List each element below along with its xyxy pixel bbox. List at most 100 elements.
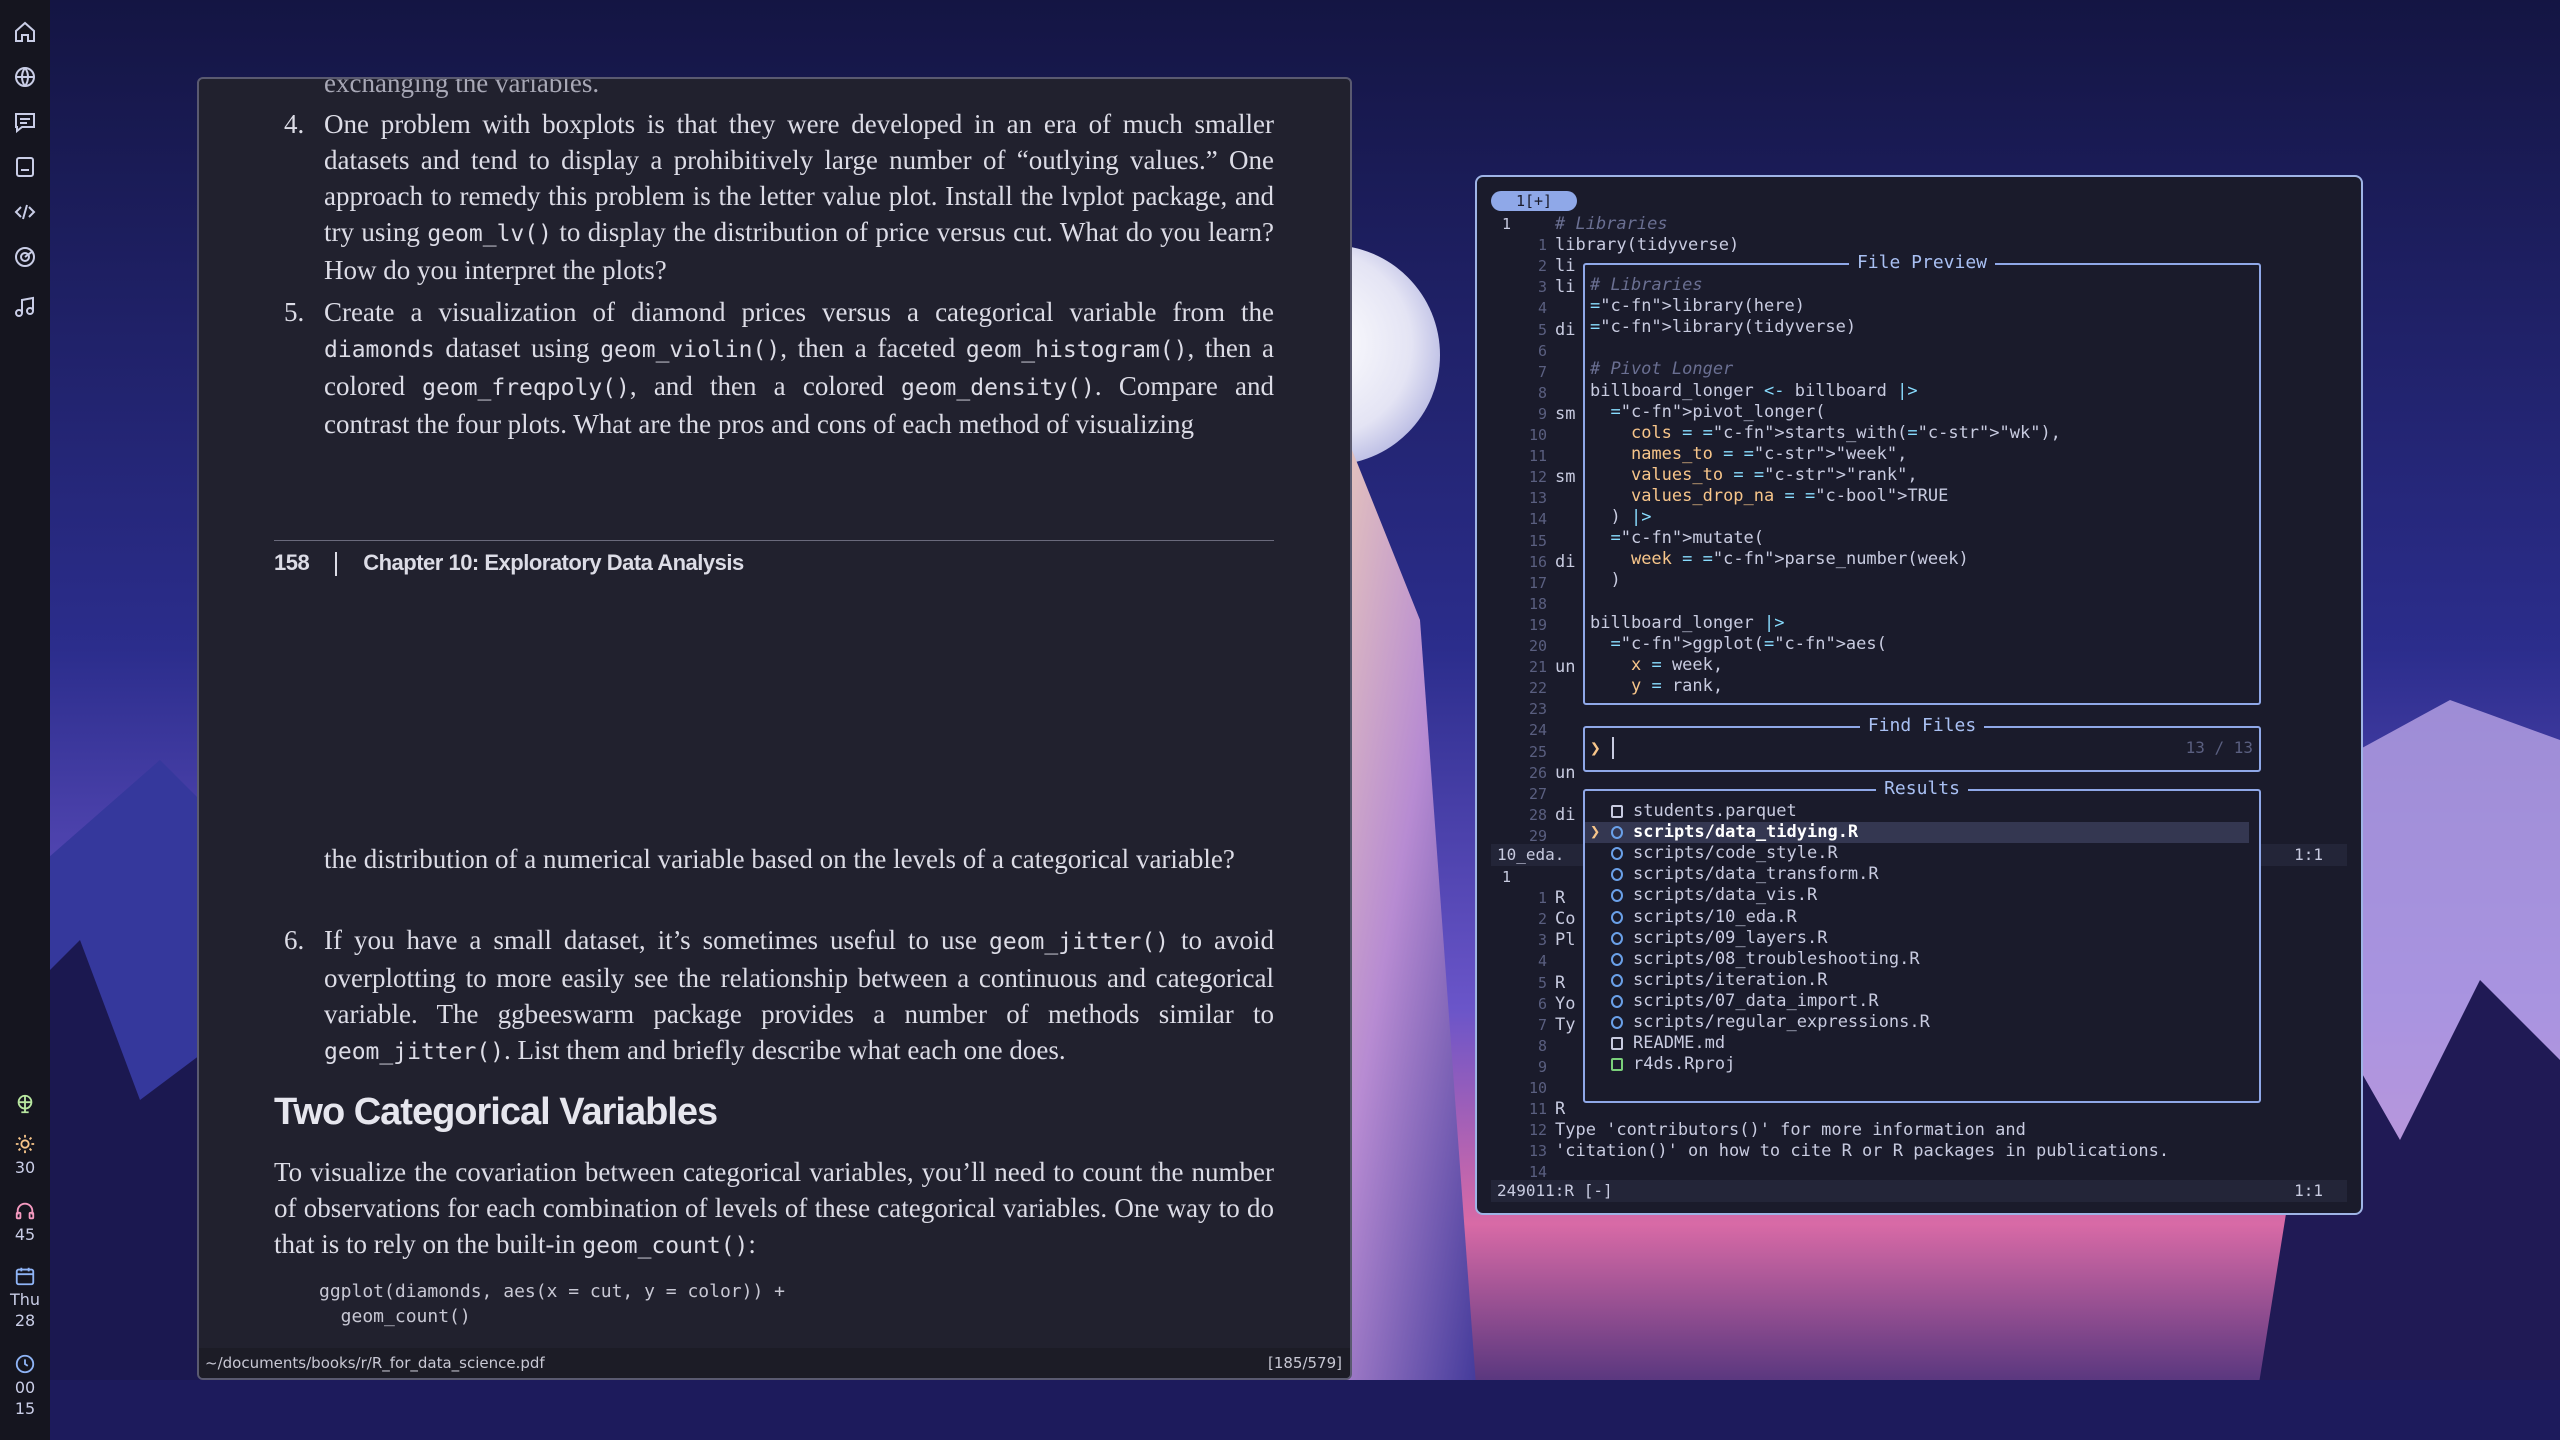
exercise-5: 5. Create a visualization of diamond pri… <box>284 294 1274 442</box>
result-name: scripts/10_eda.R <box>1633 906 1797 927</box>
preview-line: ="c-fn">ggplot(="c-fn">aes( <box>1610 633 1887 654</box>
line-number: 13 <box>1528 1142 1547 1161</box>
r-file-icon <box>1611 910 1623 924</box>
pdf-reader-window[interactable]: exchanging the variables. 4. One problem… <box>197 77 1352 1380</box>
line-number: 21 <box>1528 658 1547 677</box>
result-item[interactable]: scripts/10_eda.R <box>1585 907 2249 928</box>
line-text: R <box>1555 972 1566 993</box>
result-name: scripts/data_tidying.R <box>1633 822 1859 843</box>
result-item[interactable]: scripts/iteration.R <box>1585 970 2249 991</box>
tab-indicator[interactable]: 1[+] <box>1491 191 1577 211</box>
exercise-6: 6. If you have a small dataset, it’s som… <box>284 922 1274 1070</box>
line-text: sm <box>1555 467 1576 488</box>
result-item[interactable]: README.md <box>1585 1033 2249 1054</box>
file-icon <box>1611 805 1623 818</box>
globe-icon[interactable] <box>13 65 37 89</box>
preview-line: cols = ="c-fn">starts_with(="c-str">"wk"… <box>1630 422 2061 443</box>
text-cursor <box>1612 737 1614 759</box>
find-files-panel[interactable]: Find Files ❯ 13 / 13 <box>1583 715 2261 772</box>
r-file-icon <box>1611 868 1623 882</box>
line-text: un <box>1555 762 1576 783</box>
line-number: 18 <box>1528 594 1547 613</box>
date-status[interactable]: Thu 28 <box>0 1265 50 1331</box>
cursor-position: 1:1 <box>2294 845 2323 864</box>
line-number: 1 <box>1537 236 1547 255</box>
line-number: 1 <box>1501 868 1511 886</box>
exercise-text: , and then a colored <box>629 371 902 401</box>
volume-status[interactable]: 45 <box>0 1200 50 1245</box>
result-item[interactable]: r4ds.Rproj <box>1585 1054 2249 1075</box>
result-item[interactable]: scripts/code_style.R <box>1585 843 2249 864</box>
result-name: scripts/regular_expressions.R <box>1633 1012 1930 1032</box>
line-text: R <box>1555 888 1566 909</box>
r-file-icon <box>1611 847 1623 861</box>
music-icon[interactable] <box>13 295 37 319</box>
volume-value: 45 <box>14 1225 36 1244</box>
line-number: 10 <box>1528 1079 1547 1097</box>
home-icon[interactable] <box>13 20 37 44</box>
preview-line: values_to = ="c-str">"rank", <box>1630 464 1918 485</box>
result-name: students.parquet <box>1633 801 1797 821</box>
brightness-status[interactable]: 30 <box>0 1133 50 1178</box>
inline-code: geom_jitter() <box>989 929 1170 955</box>
paragraph-text: To visualize the covariation between cat… <box>274 1157 1274 1259</box>
line-text: li <box>1555 256 1576 277</box>
r-file-icon <box>1611 1016 1623 1029</box>
result-name: scripts/iteration.R <box>1633 969 1828 990</box>
r-file-icon <box>1611 994 1623 1008</box>
pdf-cut-line: exchanging the variables. <box>324 77 600 98</box>
page-number: 158 <box>274 550 310 575</box>
prompt-icon: ❯ <box>1590 738 1601 759</box>
line-number: 9 <box>1537 1057 1547 1076</box>
line-number: 28 <box>1528 805 1547 824</box>
result-name: scripts/data_transform.R <box>1633 864 1879 885</box>
file-preview-panel: File Preview # Libraries ="c-fn">library(… <box>1583 252 2261 705</box>
r-file-icon <box>1611 931 1623 945</box>
exercise-4: 4. One problem with boxplots is that the… <box>284 106 1274 288</box>
preview-line: ) |> <box>1590 507 1652 528</box>
line-number: 5 <box>1537 973 1547 992</box>
line-number: 27 <box>1528 784 1547 803</box>
line-text: li <box>1555 277 1576 298</box>
result-item[interactable]: ❯ scripts/data_tidying.R <box>1585 822 2249 844</box>
chat-icon[interactable] <box>13 110 37 134</box>
result-item[interactable]: scripts/data_transform.R <box>1585 864 2249 885</box>
console-cursor-position: 1:1 <box>2294 1181 2323 1200</box>
code-icon[interactable] <box>13 200 37 224</box>
result-item[interactable]: scripts/07_data_import.R <box>1585 991 2249 1012</box>
line-number: 3 <box>1537 278 1547 297</box>
line-text: Ty <box>1555 1014 1576 1035</box>
match-count: 13 / 13 <box>2185 738 2253 757</box>
notes-icon[interactable] <box>13 155 37 179</box>
result-name: scripts/08_troubleshooting.R <box>1633 948 1920 969</box>
result-item[interactable]: scripts/08_troubleshooting.R <box>1585 949 2249 970</box>
line-text: Yo <box>1555 993 1576 1014</box>
result-item[interactable]: scripts/09_layers.R <box>1585 928 2249 949</box>
line-number: 11 <box>1528 447 1547 466</box>
line-number: 15 <box>1528 531 1547 550</box>
result-item[interactable]: students.parquet <box>1585 801 2249 822</box>
line-number: 17 <box>1528 573 1547 592</box>
radar-icon[interactable] <box>13 245 37 269</box>
line-number: 5 <box>1537 320 1547 339</box>
code-line: ggplot(diamonds, aes(x = cut, y = color)… <box>319 1281 785 1302</box>
preview-line: x = week, <box>1630 654 1724 675</box>
minute-label: 15 <box>14 1399 36 1418</box>
line-number: 11 <box>1528 1100 1547 1119</box>
preview-line: values_drop_na = ="c-bool">TRUE <box>1630 486 1949 506</box>
r-file-icon <box>1611 973 1623 987</box>
line-number: 6 <box>1537 994 1547 1013</box>
result-name: scripts/07_data_import.R <box>1633 990 1879 1011</box>
result-item[interactable]: scripts/data_vis.R <box>1585 885 2249 906</box>
network-status[interactable] <box>0 1093 50 1117</box>
exercise-text: dataset using <box>434 333 601 363</box>
terminal-window[interactable]: 1[+] 1 # Libraries 1 library(tidyverse) 2 li 3… <box>1475 175 2363 1215</box>
editor-line: 1 # Libraries <box>1477 214 2361 235</box>
clock-status[interactable]: 00 15 <box>0 1353 50 1419</box>
date-label: 28 <box>14 1311 36 1330</box>
find-files-input[interactable] <box>1617 736 2117 760</box>
results-panel[interactable]: Results students.parquet ❯ scripts/data_ti… <box>1583 778 2261 1103</box>
result-item[interactable]: scripts/regular_expressions.R <box>1585 1012 2249 1033</box>
line-number: 24 <box>1528 721 1547 740</box>
preview-line: week = ="c-fn">parse_number(week) <box>1630 549 1969 570</box>
